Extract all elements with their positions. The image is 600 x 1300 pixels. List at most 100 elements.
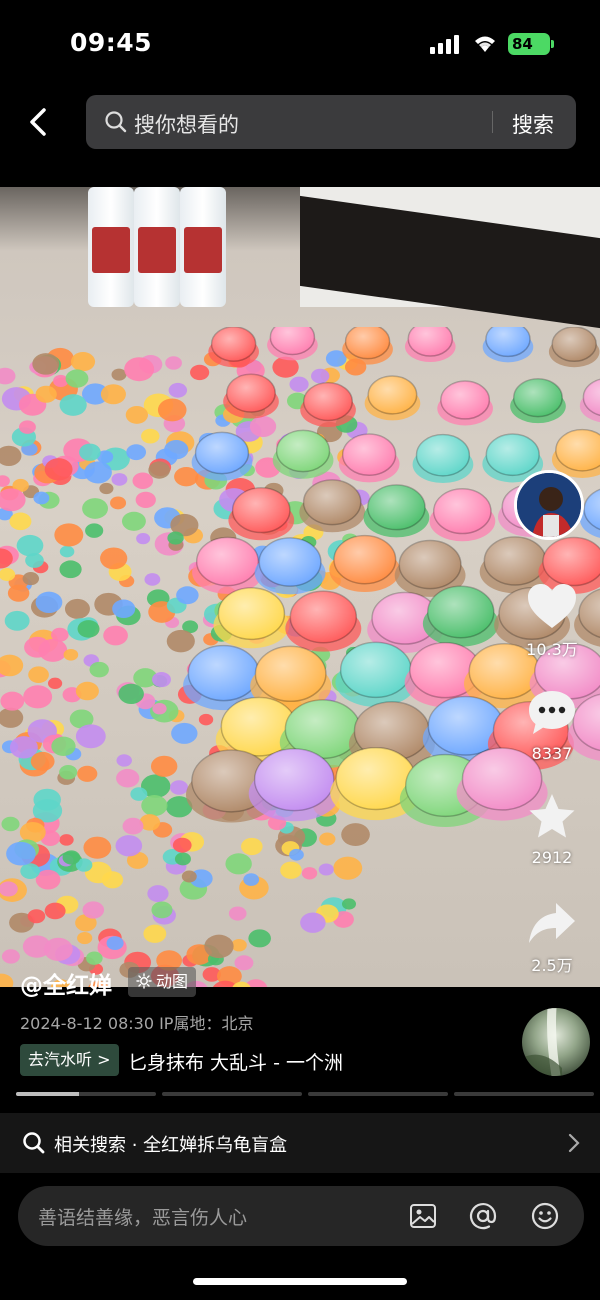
toy-bead bbox=[301, 867, 318, 880]
toy-bead bbox=[44, 458, 73, 481]
toy-bead bbox=[198, 713, 214, 726]
toy-bead bbox=[243, 873, 260, 886]
toy-bead bbox=[135, 491, 156, 508]
emoji-icon[interactable] bbox=[530, 1201, 560, 1231]
toy-bead bbox=[341, 898, 357, 910]
open-music-app-button[interactable]: 去汽水听 > bbox=[20, 1044, 119, 1076]
toy-bead bbox=[132, 472, 154, 489]
share-button[interactable]: 2.5万 bbox=[514, 900, 590, 976]
favorite-button[interactable]: 2912 bbox=[514, 792, 590, 867]
like-button[interactable]: 10.3万 bbox=[514, 582, 590, 660]
toy-bead bbox=[0, 654, 24, 677]
star-icon bbox=[529, 794, 575, 838]
toy-bead bbox=[0, 973, 14, 987]
comment-input[interactable]: 善语结善缘，恶言伤人心 bbox=[18, 1186, 584, 1246]
toy-turtle-highlight bbox=[259, 538, 321, 587]
toy-bead bbox=[141, 428, 160, 444]
like-count: 10.3万 bbox=[526, 640, 578, 659]
toy-turtle-highlight bbox=[211, 327, 256, 362]
chevron-left-icon bbox=[30, 108, 46, 136]
toy-bead bbox=[0, 475, 10, 487]
toy-bead bbox=[111, 368, 127, 381]
toy-bead bbox=[122, 817, 144, 835]
toy-bead bbox=[147, 885, 169, 903]
toy-bead bbox=[174, 852, 191, 866]
video-turtle-toys bbox=[0, 327, 600, 987]
toy-bead bbox=[150, 755, 178, 777]
toy-bead bbox=[318, 863, 334, 876]
toy-bead bbox=[77, 620, 100, 638]
search-divider bbox=[492, 111, 493, 133]
search-input[interactable]: 搜你想看的 搜索 bbox=[86, 95, 576, 149]
toy-bead bbox=[75, 681, 99, 701]
toy-bead bbox=[59, 545, 75, 558]
toy-bead bbox=[64, 598, 90, 619]
toy-bead bbox=[234, 955, 254, 971]
image-icon[interactable] bbox=[408, 1201, 438, 1231]
related-search-bar[interactable]: 相关搜索 · 全红婵拆乌龟盲盒 bbox=[0, 1113, 600, 1173]
video-bottle bbox=[88, 187, 134, 307]
sun-dot-icon bbox=[136, 973, 152, 989]
toy-turtle-highlight bbox=[188, 645, 259, 701]
toy-turtle-highlight bbox=[513, 378, 563, 417]
toy-bead bbox=[59, 560, 82, 579]
toy-bead bbox=[166, 629, 195, 653]
video-player[interactable] bbox=[0, 187, 600, 987]
toy-bead bbox=[124, 357, 155, 382]
toy-bead bbox=[116, 754, 132, 767]
at-mention-icon[interactable] bbox=[468, 1201, 498, 1231]
toy-bead bbox=[333, 856, 363, 880]
home-indicator[interactable] bbox=[193, 1278, 407, 1285]
toy-bead bbox=[4, 610, 30, 631]
tag-label: 动图 bbox=[156, 972, 189, 991]
toy-turtle-highlight bbox=[232, 487, 290, 533]
toy-bead bbox=[1, 816, 20, 832]
music-title[interactable]: 匕身抹布 大乱斗 - 一个洲 bbox=[128, 1048, 373, 1075]
search-button[interactable]: 搜索 bbox=[512, 109, 554, 139]
video-progress[interactable] bbox=[16, 1092, 594, 1096]
toy-bead bbox=[51, 736, 76, 756]
toy-bead bbox=[84, 461, 112, 484]
toy-bead bbox=[152, 702, 167, 715]
toy-bead bbox=[82, 901, 105, 919]
toy-turtle-highlight bbox=[334, 535, 396, 584]
toy-bead bbox=[289, 376, 309, 392]
toy-bead bbox=[33, 788, 61, 811]
progress-segment bbox=[308, 1092, 448, 1096]
video-bottle bbox=[180, 187, 226, 307]
progress-fill bbox=[16, 1092, 79, 1096]
toy-turtle-highlight bbox=[433, 488, 491, 534]
toy-bead bbox=[100, 547, 128, 570]
toy-bead bbox=[77, 765, 98, 782]
comment-button[interactable]: 8337 bbox=[514, 688, 590, 763]
toy-bead bbox=[16, 534, 44, 557]
author-avatar[interactable] bbox=[514, 470, 584, 540]
toy-bead bbox=[165, 356, 182, 370]
toy-bead bbox=[231, 938, 247, 952]
wifi-icon bbox=[475, 36, 495, 52]
toy-bead bbox=[54, 523, 84, 547]
toy-bead bbox=[190, 364, 210, 381]
toy-bead bbox=[83, 836, 112, 859]
toy-turtle-highlight bbox=[255, 646, 326, 702]
toy-turtle-highlight bbox=[254, 748, 334, 811]
toy-bead bbox=[35, 385, 57, 403]
toy-bead bbox=[20, 863, 40, 879]
toy-bead bbox=[59, 834, 74, 846]
toy-bead bbox=[99, 482, 114, 495]
chevron-right-icon bbox=[568, 1133, 580, 1153]
toy-bead bbox=[204, 934, 234, 959]
cellular-signal-icon bbox=[430, 35, 459, 54]
toy-turtle-highlight bbox=[416, 434, 470, 476]
toy-bead bbox=[225, 853, 252, 875]
toy-bead bbox=[168, 382, 188, 398]
back-button[interactable] bbox=[18, 100, 58, 144]
author-name[interactable]: @全红婵 bbox=[20, 966, 112, 1000]
toy-bead bbox=[125, 405, 149, 424]
toy-turtle-highlight bbox=[427, 586, 494, 638]
progress-segment bbox=[454, 1092, 594, 1096]
toy-bead bbox=[169, 780, 189, 795]
music-disc[interactable] bbox=[522, 1008, 590, 1076]
toy-turtle-highlight bbox=[367, 485, 426, 530]
toy-bead bbox=[241, 837, 263, 856]
